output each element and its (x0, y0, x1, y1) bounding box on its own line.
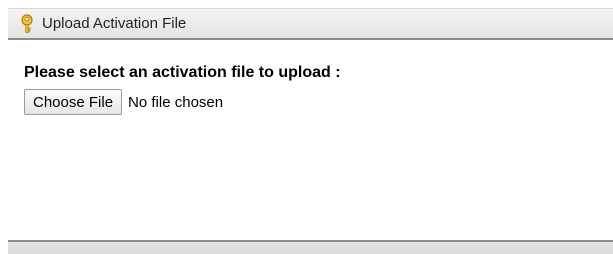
upload-form: Please select an activation file to uplo… (24, 63, 341, 115)
choose-file-button[interactable]: Choose File (24, 89, 123, 115)
panel-titlebar: Upload Activation File (8, 8, 613, 40)
panel-title: Upload Activation File (42, 15, 187, 32)
file-input[interactable]: Choose File No file chosen (24, 89, 341, 115)
key-icon (18, 13, 36, 34)
file-status-text: No file chosen (128, 93, 224, 111)
upload-activation-panel: Upload Activation File Please select an … (0, 0, 613, 254)
upload-prompt: Please select an activation file to uplo… (24, 64, 341, 81)
panel-footer (8, 240, 613, 254)
